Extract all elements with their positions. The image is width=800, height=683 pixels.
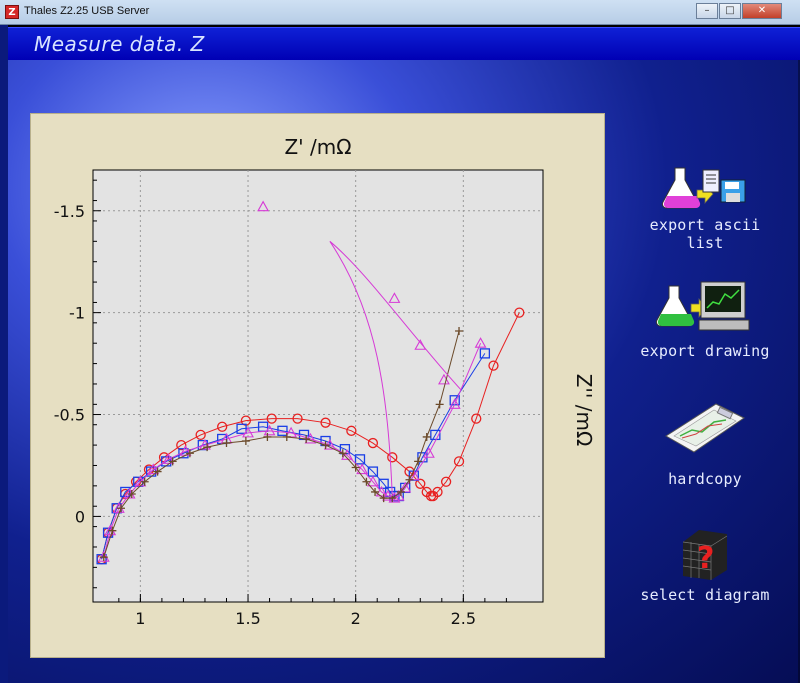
window-controls: – □ ✕	[696, 3, 782, 19]
svg-text:?: ?	[697, 541, 714, 576]
title-bar: Z Thales Z2.25 USB Server – □ ✕	[0, 0, 800, 25]
plot-area	[92, 169, 544, 603]
app-icon: Z	[5, 5, 19, 19]
y-tick-label: -0.5	[54, 406, 85, 425]
export-drawing-icon	[655, 281, 750, 331]
select-diagram-button[interactable]: ? select diagram	[630, 526, 780, 604]
y-tick-label: -1.5	[54, 202, 85, 221]
x-tick-label: 2	[351, 609, 361, 628]
hardcopy-button[interactable]: hardcopy	[630, 396, 780, 488]
x-tick-label: 1	[135, 609, 145, 628]
window-left-border	[0, 25, 8, 683]
header-bar: Measure data. Z	[8, 27, 800, 60]
hardcopy-label: hardcopy	[668, 470, 742, 488]
y-tick-label: -1	[69, 304, 85, 323]
maximize-button[interactable]: □	[719, 3, 741, 19]
x-tick-label: 2.5	[451, 609, 476, 628]
minimize-button[interactable]: –	[696, 3, 718, 19]
window-title: Thales Z2.25 USB Server	[24, 5, 150, 17]
export-ascii-list-label: export ascii list	[649, 216, 761, 252]
main-area: 1 1.5 2 2.5 -1.5 -1 -0.5 0 Z' /mΩ Z'' /mΩ export …	[8, 60, 800, 683]
export-drawing-button[interactable]: export drawing	[630, 278, 780, 360]
export-drawing-label: export drawing	[640, 342, 770, 360]
nyquist-chart[interactable]: 1 1.5 2 2.5 -1.5 -1 -0.5 0 Z' /mΩ Z'' /mΩ	[31, 114, 606, 659]
export-ascii-icon	[661, 167, 746, 209]
hardcopy-icon	[665, 403, 745, 453]
select-diagram-label: select diagram	[640, 586, 770, 604]
close-button[interactable]: ✕	[742, 3, 782, 19]
export-ascii-list-button[interactable]: export ascii list	[630, 160, 780, 252]
nyquist-plot-panel[interactable]: 1 1.5 2 2.5 -1.5 -1 -0.5 0 Z' /mΩ Z'' /mΩ	[30, 113, 605, 658]
x-tick-label: 1.5	[235, 609, 260, 628]
y-tick-label: 0	[75, 507, 85, 526]
select-diagram-icon: ?	[682, 530, 728, 580]
y-axis-title: Z'' /mΩ	[572, 374, 596, 447]
x-axis-title: Z' /mΩ	[284, 135, 351, 159]
page-title: Measure data. Z	[34, 32, 205, 56]
